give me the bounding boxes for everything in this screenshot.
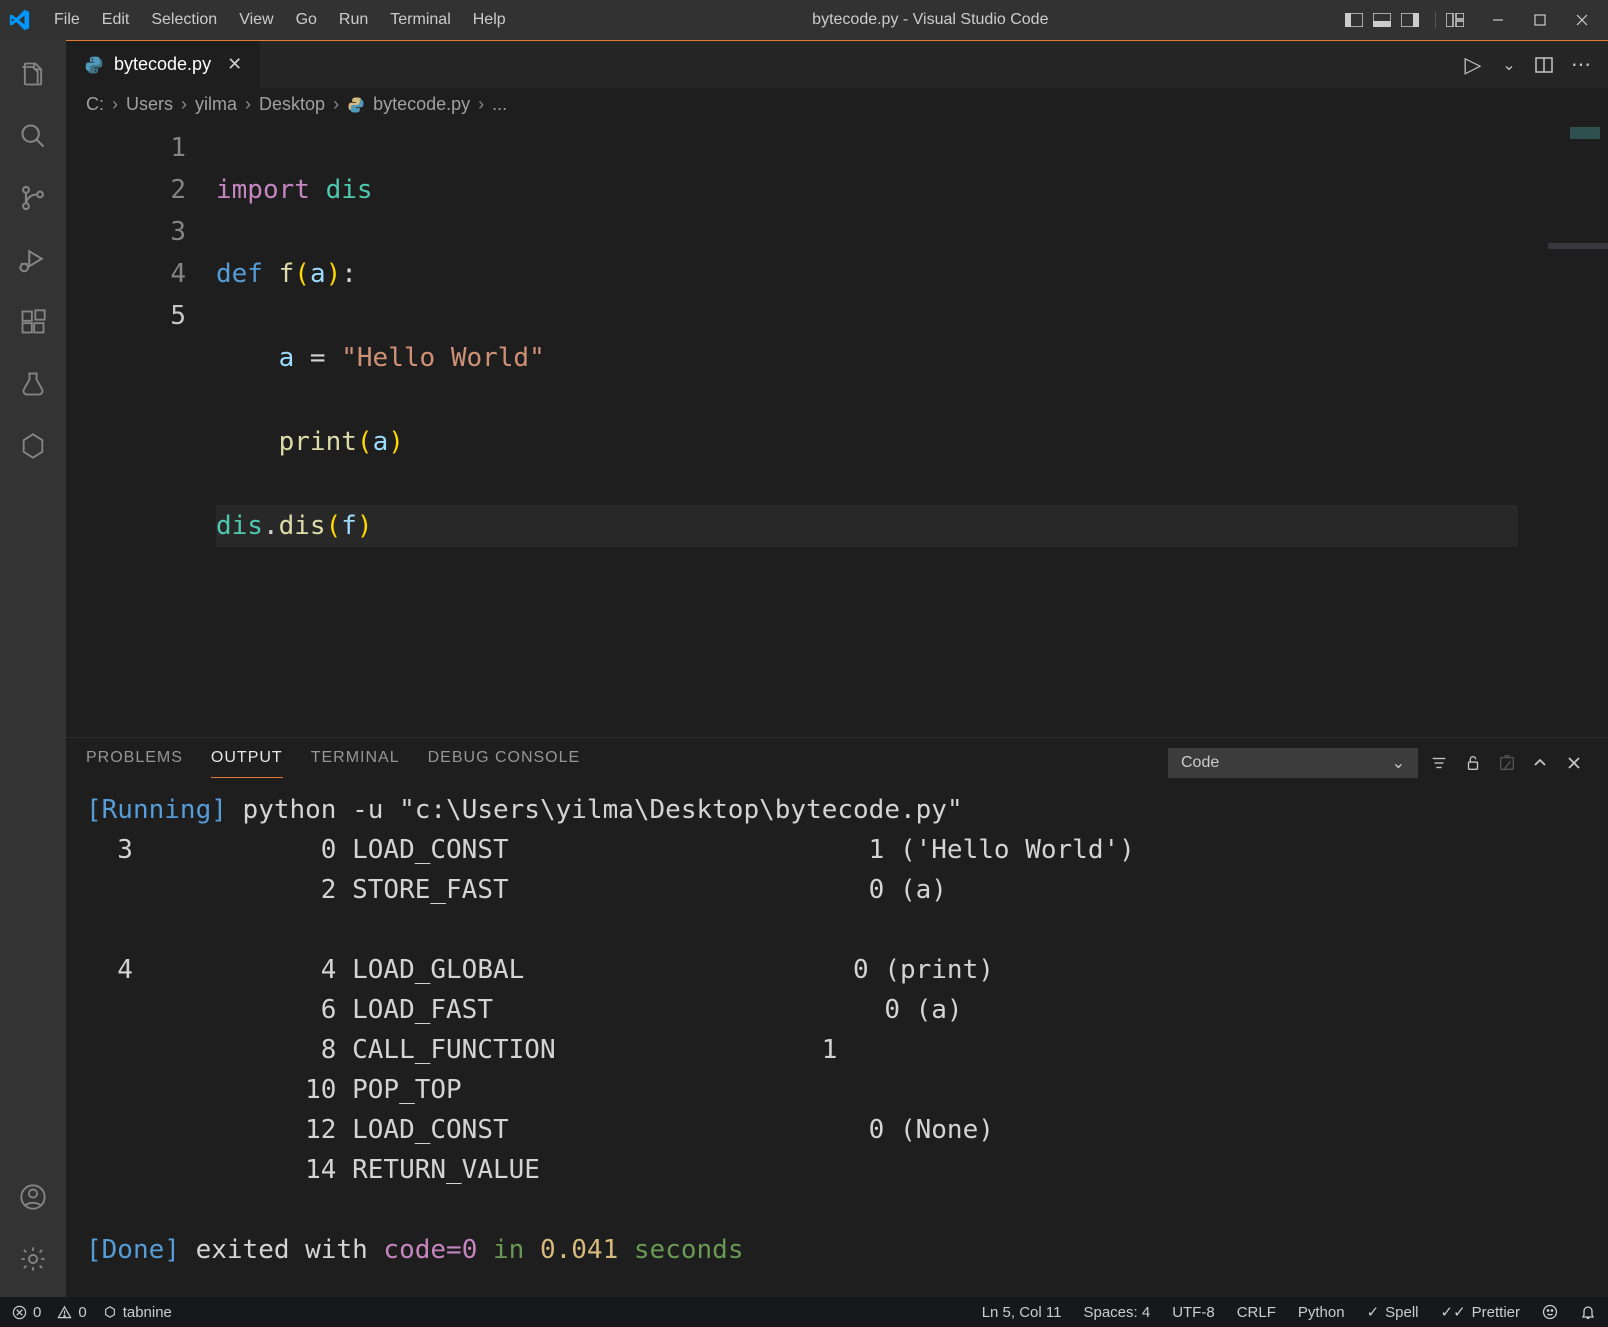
bottom-panel: PROBLEMS OUTPUT TERMINAL DEBUG CONSOLE C… bbox=[66, 737, 1608, 1297]
maximize-icon[interactable] bbox=[1522, 5, 1558, 35]
menu-file[interactable]: File bbox=[44, 7, 90, 33]
close-icon[interactable] bbox=[1564, 5, 1600, 35]
layout-icons bbox=[1345, 11, 1470, 29]
menu-terminal[interactable]: Terminal bbox=[380, 7, 460, 33]
menu-run[interactable]: Run bbox=[329, 7, 378, 33]
split-editor-icon[interactable] bbox=[1534, 55, 1556, 75]
accounts-icon[interactable] bbox=[9, 1173, 57, 1221]
breadcrumb-yilma[interactable]: yilma bbox=[195, 94, 237, 115]
status-eol[interactable]: CRLF bbox=[1237, 1304, 1276, 1321]
status-bar: 0 0 tabnine Ln 5, Col 11 Spaces: 4 UTF-8… bbox=[0, 1297, 1608, 1327]
editor-actions: ▷ ⌄ ⋯ bbox=[1462, 41, 1608, 88]
search-icon[interactable] bbox=[9, 112, 57, 160]
titlebar: File Edit Selection View Go Run Terminal… bbox=[0, 0, 1608, 40]
run-debug-icon[interactable] bbox=[9, 236, 57, 284]
lock-scroll-icon[interactable] bbox=[1464, 754, 1486, 772]
status-tabnine[interactable]: tabnine bbox=[103, 1304, 172, 1321]
breadcrumb-users[interactable]: Users bbox=[126, 94, 173, 115]
status-warnings[interactable]: 0 bbox=[57, 1304, 86, 1321]
status-feedback-icon[interactable] bbox=[1542, 1304, 1558, 1320]
line-number-current: 5 bbox=[66, 295, 186, 337]
maximize-panel-icon[interactable] bbox=[1532, 755, 1554, 771]
window-title: bytecode.py - Visual Studio Code bbox=[516, 11, 1345, 29]
menu-go[interactable]: Go bbox=[286, 7, 327, 33]
line-number: 2 bbox=[66, 169, 186, 211]
panel-tab-debug-console[interactable]: DEBUG CONSOLE bbox=[428, 749, 581, 777]
python-breadcrumb-icon bbox=[347, 94, 365, 115]
hex-extension-icon[interactable] bbox=[9, 422, 57, 470]
line-number: 3 bbox=[66, 211, 186, 253]
status-spaces[interactable]: Spaces: 4 bbox=[1083, 1304, 1150, 1321]
menu-view[interactable]: View bbox=[229, 7, 283, 33]
panel-actions: Code ⌄ bbox=[1168, 748, 1588, 778]
status-bell-icon[interactable] bbox=[1580, 1304, 1596, 1320]
menu-edit[interactable]: Edit bbox=[92, 7, 140, 33]
source-control-icon[interactable] bbox=[9, 174, 57, 222]
status-ln-col[interactable]: Ln 5, Col 11 bbox=[982, 1304, 1062, 1321]
line-number-gutter: 1 2 3 4 5 bbox=[66, 121, 216, 737]
main-menu: File Edit Selection View Go Run Terminal… bbox=[44, 7, 516, 33]
divider bbox=[1435, 11, 1436, 29]
editor-area: bytecode.py ✕ ▷ ⌄ ⋯ C:› Users› yilma› De… bbox=[66, 40, 1608, 1297]
panel-tabs: PROBLEMS OUTPUT TERMINAL DEBUG CONSOLE C… bbox=[66, 738, 1608, 778]
layout-right-icon[interactable] bbox=[1401, 13, 1425, 27]
extensions-icon[interactable] bbox=[9, 298, 57, 346]
minimize-icon[interactable] bbox=[1480, 5, 1516, 35]
status-errors[interactable]: 0 bbox=[12, 1304, 41, 1321]
filter-icon[interactable] bbox=[1430, 754, 1452, 772]
code-editor[interactable]: 1 2 3 4 5 import dis def f(a): a = "Hell… bbox=[66, 121, 1608, 737]
run-file-icon[interactable]: ▷ bbox=[1462, 52, 1484, 78]
run-dropdown-icon[interactable]: ⌄ bbox=[1498, 55, 1520, 75]
tab-bytecode-py[interactable]: bytecode.py ✕ bbox=[66, 41, 261, 88]
breadcrumbs[interactable]: C:› Users› yilma› Desktop› bytecode.py› … bbox=[66, 88, 1608, 121]
status-encoding[interactable]: UTF-8 bbox=[1172, 1304, 1215, 1321]
panel-tab-output[interactable]: OUTPUT bbox=[211, 749, 283, 778]
chevron-down-icon: ⌄ bbox=[1392, 753, 1405, 773]
panel-tab-terminal[interactable]: TERMINAL bbox=[311, 749, 400, 777]
window-controls bbox=[1480, 5, 1600, 35]
output-channel-select[interactable]: Code ⌄ bbox=[1168, 748, 1418, 778]
line-number: 1 bbox=[66, 127, 186, 169]
editor-tabs: bytecode.py ✕ ▷ ⌄ ⋯ bbox=[66, 40, 1608, 88]
python-file-icon bbox=[84, 55, 104, 75]
layout-left-icon[interactable] bbox=[1345, 13, 1369, 27]
settings-gear-icon[interactable] bbox=[9, 1235, 57, 1283]
status-prettier[interactable]: ✓✓ Prettier bbox=[1441, 1303, 1521, 1321]
clear-output-icon[interactable] bbox=[1498, 754, 1520, 772]
activity-bar bbox=[0, 40, 66, 1297]
menu-help[interactable]: Help bbox=[463, 7, 516, 33]
layout-bottom-icon[interactable] bbox=[1373, 13, 1397, 27]
tab-filename: bytecode.py bbox=[114, 54, 211, 75]
minimap[interactable] bbox=[1548, 121, 1608, 737]
output-channel-value: Code bbox=[1181, 754, 1219, 772]
breadcrumb-desktop[interactable]: Desktop bbox=[259, 94, 325, 115]
output-content[interactable]: [Running] python -u "c:\Users\yilma\Desk… bbox=[66, 778, 1608, 1297]
more-actions-icon[interactable]: ⋯ bbox=[1570, 52, 1592, 77]
menu-selection[interactable]: Selection bbox=[141, 7, 227, 33]
customize-layout-icon[interactable] bbox=[1446, 13, 1470, 27]
tab-close-icon[interactable]: ✕ bbox=[227, 54, 242, 75]
explorer-icon[interactable] bbox=[9, 50, 57, 98]
breadcrumb-more[interactable]: ... bbox=[492, 94, 507, 115]
main-area: bytecode.py ✕ ▷ ⌄ ⋯ C:› Users› yilma› De… bbox=[0, 40, 1608, 1297]
line-number: 4 bbox=[66, 253, 186, 295]
vscode-logo-icon bbox=[8, 8, 32, 32]
testing-icon[interactable] bbox=[9, 360, 57, 408]
breadcrumb-c[interactable]: C: bbox=[86, 94, 104, 115]
code-content[interactable]: import dis def f(a): a = "Hello World" p… bbox=[216, 121, 1548, 737]
breadcrumb-file[interactable]: bytecode.py bbox=[373, 94, 470, 115]
close-panel-icon[interactable] bbox=[1566, 755, 1588, 771]
status-spell[interactable]: ✓ Spell bbox=[1367, 1303, 1419, 1321]
status-language[interactable]: Python bbox=[1298, 1304, 1345, 1321]
panel-tab-problems[interactable]: PROBLEMS bbox=[86, 749, 183, 777]
